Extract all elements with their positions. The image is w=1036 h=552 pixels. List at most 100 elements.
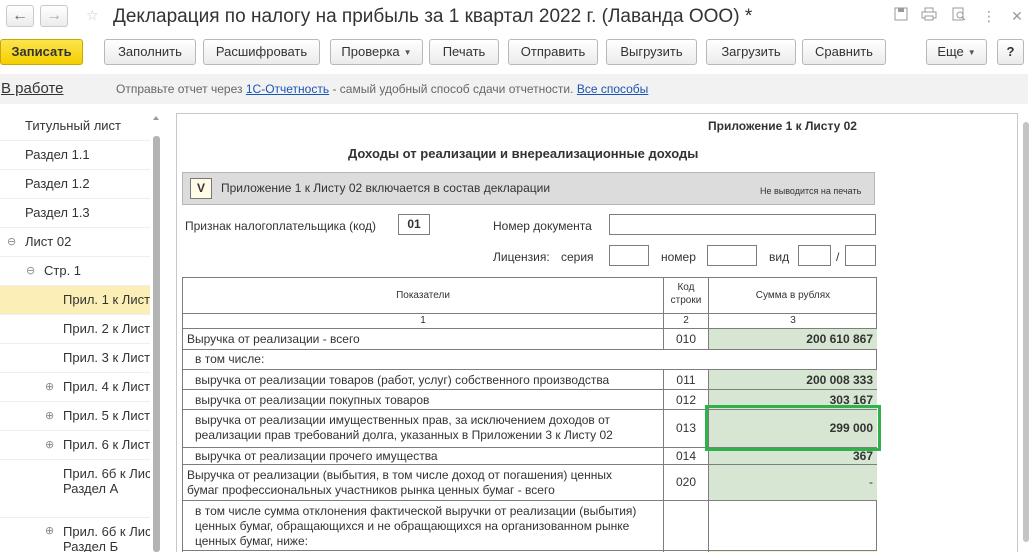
form-scrollbar[interactable] (1022, 112, 1030, 552)
tree-item-label: Прил. 3 к Лист (63, 350, 150, 365)
expand-icon[interactable]: ⊕ (45, 524, 54, 539)
fill-button[interactable]: Заполнить (104, 39, 196, 65)
tree-item-label: Прил. 5 к Лист (63, 408, 150, 423)
tree-item-label: Раздел 1.2 (25, 176, 90, 191)
amount-013[interactable]: 299 000 (708, 409, 877, 447)
tree-item-appendix-6[interactable]: ⊕ Прил. 6 к Лист (0, 431, 150, 460)
help-button[interactable]: ? (997, 39, 1024, 65)
amount-012[interactable]: 303 167 (708, 389, 877, 409)
check-button[interactable]: Проверка ▼ (330, 39, 423, 65)
compare-button[interactable]: Сравнить (802, 39, 886, 65)
star-icon[interactable]: ☆ (86, 8, 100, 22)
scrollbar-thumb[interactable] (1023, 122, 1029, 542)
table-row-code: 011 (663, 369, 708, 389)
back-button[interactable]: ← (6, 5, 34, 27)
hint-text-before: Отправьте отчет через (116, 82, 243, 96)
reporting-service-link[interactable]: 1С-Отчетность (246, 82, 329, 96)
expand-icon[interactable]: ⊕ (45, 431, 54, 459)
table-row-code: 010 (663, 328, 708, 349)
amount-020[interactable]: - (708, 464, 877, 500)
print-icon[interactable] (920, 7, 938, 25)
tree-item-appendix-6b-a[interactable]: Прил. 6б к Лис Раздел А (0, 460, 150, 518)
chevron-down-icon: ▼ (403, 47, 412, 57)
not-printed-note: Не выводится на печать (760, 186, 862, 196)
amount-014[interactable]: 367 (708, 447, 877, 464)
tree-item-label: Прил. 4 к Лист (63, 379, 150, 394)
slash-separator: / (836, 250, 840, 264)
info-bar: В работе Отправьте отчет через 1С-Отчетн… (0, 74, 1028, 104)
tree-item-appendix-5[interactable]: ⊕ Прил. 5 к Лист (0, 402, 150, 431)
col-number-3: 3 (708, 313, 877, 328)
forward-button[interactable]: → (40, 5, 68, 27)
include-checkbox[interactable]: V (190, 178, 212, 199)
more-menu-icon[interactable]: ⋮ (980, 7, 998, 25)
doc-number-field[interactable] (609, 214, 876, 235)
tree-item-sheet-02[interactable]: ⊖ Лист 02 (0, 228, 150, 257)
tree-item-appendix-4[interactable]: ⊕ Прил. 4 к Лист (0, 373, 150, 402)
indicators-table: Показатели Код строки Сумма в рублях 1 2… (182, 277, 881, 552)
document-title: Декларация по налогу на прибыль за 1 ква… (113, 6, 753, 27)
print-button[interactable]: Печать (429, 39, 499, 65)
import-button[interactable]: Загрузить (706, 39, 796, 65)
row-label-line-1: в том числе сумма отклонения фактической… (195, 504, 637, 518)
chevron-down-icon: ▼ (967, 47, 976, 57)
tree-item-appendix-2[interactable]: Прил. 2 к Лист (0, 315, 150, 344)
command-bar: Записать Заполнить Расшифровать Проверка… (0, 36, 1036, 70)
expand-icon[interactable]: ⊕ (45, 373, 54, 401)
tree-item-appendix-6b-b[interactable]: ⊕ Прил. 6б к Лис Раздел Б (0, 518, 150, 552)
status-tab-in-work[interactable]: В работе (1, 80, 64, 97)
row-label-line-2: бумаг профессиональных участников рынка … (187, 483, 555, 497)
tree-item-label: Прил. 2 к Лист (63, 321, 150, 336)
table-row-code: 020 (663, 464, 708, 500)
license-type-label: вид (769, 250, 790, 264)
table-row-code: 014 (663, 447, 708, 464)
amount-010[interactable]: 200 610 867 (708, 328, 877, 349)
table-row-label: в том числе сумма отклонения фактической… (182, 500, 663, 550)
collapse-icon[interactable]: ⊖ (7, 228, 16, 256)
license-type-field-2[interactable] (845, 245, 876, 266)
more-button-label: Еще (937, 44, 964, 59)
tree-item-section-1-3[interactable]: Раздел 1.3 (0, 199, 150, 228)
tree-item-label: Раздел 1.1 (25, 147, 90, 162)
close-icon[interactable]: ✕ (1008, 7, 1026, 25)
send-button[interactable]: Отправить (508, 39, 598, 65)
save-disk-icon[interactable] (892, 7, 910, 25)
preview-icon[interactable] (950, 7, 968, 25)
decode-button[interactable]: Расшифровать (203, 39, 320, 65)
license-number-field[interactable] (707, 245, 757, 266)
all-methods-link[interactable]: Все способы (577, 82, 649, 96)
tree-item-label: Прил. 1 к Лист (63, 292, 150, 307)
title-bar: ← → ☆ Декларация по налогу на прибыль за… (0, 0, 1036, 36)
scrollbar-thumb[interactable] (153, 136, 160, 552)
license-series-label: серия (561, 250, 594, 264)
tree-item-section-1-2[interactable]: Раздел 1.2 (0, 170, 150, 199)
license-label: Лицензия: (493, 250, 550, 264)
tree-item-sublabel: Раздел Б (63, 539, 119, 552)
more-button[interactable]: Еще ▼ (926, 39, 987, 65)
sections-tree: Титульный лист Раздел 1.1 Раздел 1.2 Раз… (0, 112, 166, 552)
tree-item-appendix-1[interactable]: Прил. 1 к Лист (0, 286, 150, 315)
license-type-field[interactable] (798, 245, 831, 266)
check-button-label: Проверка (341, 44, 400, 59)
collapse-icon[interactable]: ⊖ (26, 257, 35, 285)
header-line-code: Код строки (663, 277, 708, 313)
save-button[interactable]: Записать (0, 39, 83, 65)
taxpayer-code-field[interactable]: 01 (398, 214, 430, 235)
tree-item-section-1-1[interactable]: Раздел 1.1 (0, 141, 150, 170)
export-button[interactable]: Выгрузить (606, 39, 697, 65)
col-number-1: 1 (182, 313, 663, 328)
sidebar-scrollbar[interactable] (152, 114, 161, 552)
row-label-line-1: Выручка от реализации (выбытия, в том чи… (187, 468, 612, 482)
tree-item-label: Прил. 6 к Лист (63, 437, 150, 452)
tree-item-page-1[interactable]: ⊖ Стр. 1 (0, 257, 150, 286)
scroll-up-arrow-icon[interactable] (153, 116, 159, 120)
tree-item-title-page[interactable]: Титульный лист (0, 112, 150, 141)
table-row-label: выручка от реализации товаров (работ, ус… (182, 369, 663, 389)
tree-item-appendix-3[interactable]: Прил. 3 к Лист (0, 344, 150, 373)
license-series-field[interactable] (609, 245, 649, 266)
expand-icon[interactable]: ⊕ (45, 402, 54, 430)
report-form: Приложение 1 к Листу 02 Доходы от реализ… (176, 113, 1018, 552)
table-row-code: 012 (663, 389, 708, 409)
table-row-label: Выручка от реализации (выбытия, в том чи… (182, 464, 663, 500)
amount-011[interactable]: 200 008 333 (708, 369, 877, 389)
